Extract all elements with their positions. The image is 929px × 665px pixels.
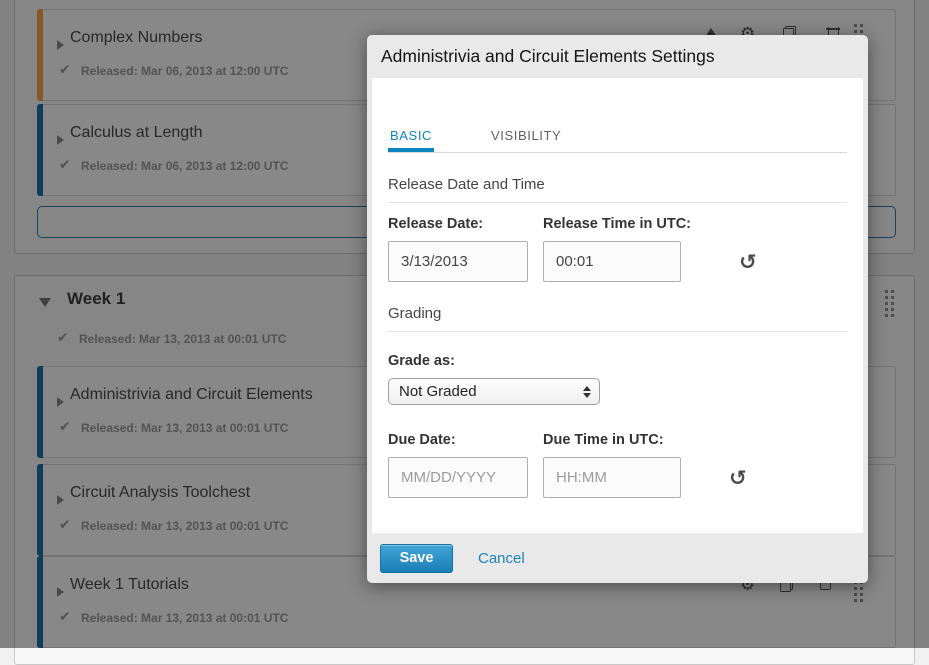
- tab-visibility[interactable]: VISIBILITY: [489, 128, 563, 152]
- modal-tabs: BASIC VISIBILITY: [388, 128, 847, 153]
- release-date-field: Release Date:: [388, 216, 528, 282]
- release-date-input[interactable]: [388, 241, 528, 282]
- release-time-field: Release Time in UTC:: [543, 216, 691, 282]
- tab-basic[interactable]: BASIC: [388, 128, 434, 152]
- modal-footer: Save Cancel: [367, 533, 868, 583]
- reset-release-icon[interactable]: ↺: [739, 252, 757, 273]
- due-time-field: Due Time in UTC:: [543, 432, 681, 498]
- due-date-label: Due Date:: [388, 432, 528, 448]
- due-date-field: Due Date:: [388, 432, 528, 498]
- grade-as-select[interactable]: Not Graded: [388, 378, 600, 405]
- due-field-row: Due Date: Due Time in UTC: ↺: [388, 432, 847, 498]
- release-time-input[interactable]: [543, 241, 681, 282]
- subsection-settings-modal: Administrivia and Circuit Elements Setti…: [367, 35, 868, 583]
- modal-title: Administrivia and Circuit Elements Setti…: [367, 35, 868, 78]
- grade-as-value: Not Graded: [399, 383, 583, 400]
- release-section-heading: Release Date and Time: [388, 176, 847, 203]
- release-date-label: Release Date:: [388, 216, 528, 232]
- due-date-input[interactable]: [388, 457, 528, 498]
- release-time-label: Release Time in UTC:: [543, 216, 691, 232]
- cancel-link[interactable]: Cancel: [478, 550, 525, 567]
- grading-section-heading: Grading: [388, 305, 847, 332]
- due-time-input[interactable]: [543, 457, 681, 498]
- modal-body: BASIC VISIBILITY Release Date and Time R…: [372, 78, 863, 533]
- due-time-label: Due Time in UTC:: [543, 432, 681, 448]
- reset-due-icon[interactable]: ↺: [729, 468, 747, 489]
- select-arrows-icon: [583, 386, 591, 398]
- release-field-row: Release Date: Release Time in UTC: ↺: [388, 216, 847, 282]
- save-button[interactable]: Save: [380, 544, 453, 573]
- grade-as-label: Grade as:: [388, 353, 847, 369]
